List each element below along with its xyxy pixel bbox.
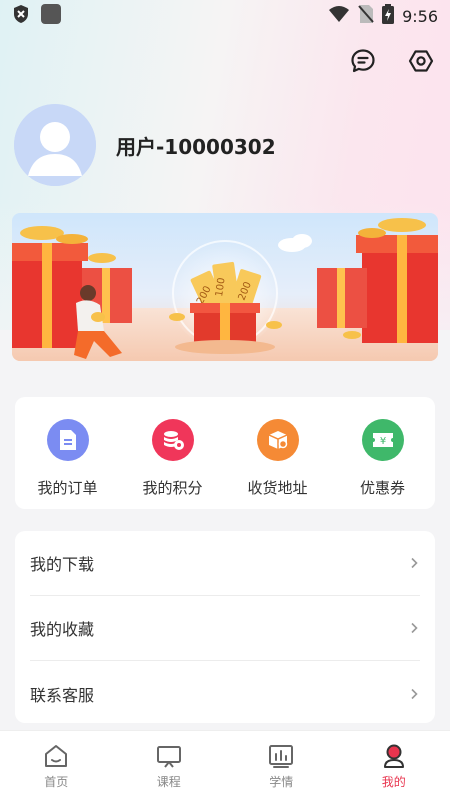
app-notification-icon — [40, 3, 62, 29]
svg-text:¥: ¥ — [379, 436, 385, 447]
order-icon — [46, 419, 89, 461]
menu-item-label: 联系客服 — [30, 685, 95, 705]
profile-icon — [383, 744, 404, 768]
quick-action-label: 优惠券 — [359, 479, 405, 497]
menu-item-customer-service[interactable]: 联系客服 — [30, 661, 420, 726]
chevron-right-icon — [411, 688, 418, 699]
menu-item-downloads[interactable]: 我的下载 — [30, 531, 420, 596]
tab-course[interactable]: 课程 — [113, 731, 226, 800]
quick-action-address[interactable]: 收货地址 — [225, 397, 330, 509]
tab-profile[interactable]: 我的 — [338, 731, 450, 800]
address-box-icon — [256, 419, 299, 461]
tab-label: 课程 — [156, 775, 181, 789]
coupon-icon: ¥ — [361, 419, 404, 461]
tab-label: 首页 — [44, 775, 69, 789]
stats-icon — [269, 745, 294, 768]
menu-item-favorites[interactable]: 我的收藏 — [30, 596, 420, 661]
tab-label: 学情 — [269, 775, 294, 789]
wifi-icon — [328, 5, 350, 27]
banner-illustration: 200 100 200 — [12, 218, 438, 361]
username: 用户-10000302 — [116, 134, 276, 159]
status-bar: 9:56 — [0, 0, 450, 32]
quick-action-points[interactable]: 我的积分 — [120, 397, 225, 509]
avatar[interactable] — [14, 104, 96, 186]
quick-action-label: 我的积分 — [142, 479, 203, 497]
no-sim-icon — [358, 4, 374, 28]
menu-list-card: 我的下载 我的收藏 联系客服 — [15, 531, 435, 723]
quick-action-label: 收货地址 — [247, 479, 308, 497]
quick-action-coupons[interactable]: ¥ 优惠券 — [330, 397, 435, 509]
chevron-right-icon — [411, 557, 418, 569]
bottom-tab-bar: 首页 课程 学情 我的 — [0, 730, 450, 800]
battery-charging-icon — [382, 4, 395, 28]
chevron-right-icon — [411, 622, 418, 634]
quick-action-orders[interactable]: 我的订单 — [15, 397, 120, 509]
menu-item-label: 我的收藏 — [30, 620, 95, 639]
message-icon[interactable] — [348, 46, 378, 76]
tab-stats[interactable]: 学情 — [225, 731, 338, 800]
promo-banner[interactable]: 200 100 200 — [12, 213, 438, 361]
settings-icon[interactable] — [406, 46, 436, 76]
tab-label: 我的 — [381, 775, 406, 789]
menu-item-label: 我的下载 — [30, 555, 95, 574]
tab-home[interactable]: 首页 — [0, 731, 113, 800]
quick-actions-card: 我的订单 我的积分 收货地址 ¥ 优惠券 — [15, 397, 435, 509]
shield-icon — [12, 4, 30, 28]
course-icon — [156, 746, 181, 768]
quick-action-label: 我的订单 — [37, 479, 98, 497]
points-icon — [151, 419, 194, 461]
profile-section[interactable]: 用户-10000302 — [14, 104, 276, 186]
home-icon — [45, 745, 68, 767]
status-time: 9:56 — [402, 6, 438, 26]
